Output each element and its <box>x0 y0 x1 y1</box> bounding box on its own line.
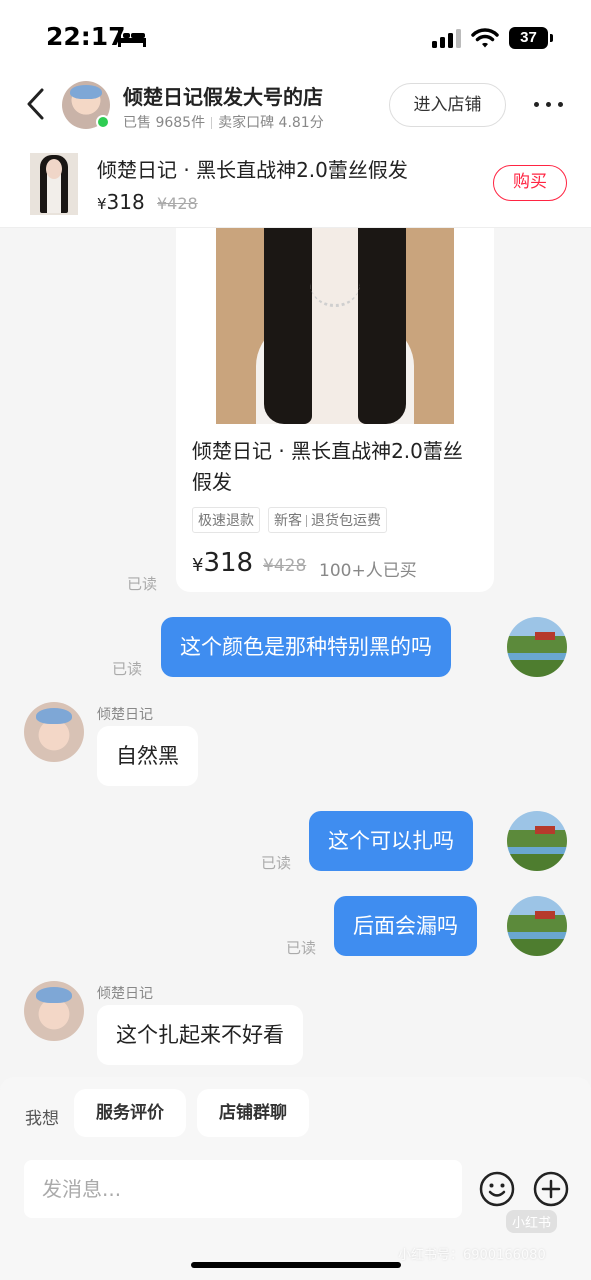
battery-level: 37 <box>509 27 548 49</box>
tag-new-customer: 新客 退货包运费 <box>268 507 387 533</box>
product-old-price: ¥428 <box>157 194 198 213</box>
back-icon[interactable] <box>24 87 48 121</box>
read-receipt: 已读 <box>112 660 143 678</box>
shop-rating: 卖家口碑 4.81分 <box>218 115 324 131</box>
message-bubble-sent[interactable]: 这个可以扎吗 <box>309 811 473 871</box>
watermark-id: 小红书号：6900166080 <box>398 1248 546 1263</box>
status-time: 22:17 <box>46 22 126 51</box>
product-card-old-price: ¥428 <box>263 556 307 576</box>
my-avatar[interactable] <box>507 811 567 871</box>
wifi-icon <box>471 28 499 48</box>
read-receipt: 已读 <box>286 939 317 957</box>
bed-icon <box>118 30 146 47</box>
read-receipt: 已读 <box>261 854 292 872</box>
quick-reply-label: 我想 <box>25 1109 59 1129</box>
my-avatar[interactable] <box>507 617 567 677</box>
watermark-logo: 小红书 <box>506 1210 558 1233</box>
my-avatar[interactable] <box>507 896 567 956</box>
more-icon[interactable] <box>534 102 564 108</box>
enter-shop-button[interactable]: 进入店铺 <box>389 83 506 127</box>
emoji-icon[interactable] <box>479 1171 515 1207</box>
product-card-image[interactable] <box>216 228 454 424</box>
message-bubble-sent[interactable]: 后面会漏吗 <box>334 896 477 956</box>
online-status-dot <box>96 115 110 129</box>
seller-avatar[interactable] <box>24 981 84 1041</box>
battery-icon: 37 <box>509 27 553 49</box>
quick-reply-shop-group-chat[interactable]: 店铺群聊 <box>197 1089 309 1137</box>
message-bubble-received[interactable]: 这个扎起来不好看 <box>97 1005 303 1065</box>
chat-header: 倾楚日记假发大号的店 已售 9685件 卖家口碑 4.81分 进入店铺 <box>0 75 591 140</box>
tag-fast-refund: 极速退款 <box>192 507 260 533</box>
home-indicator[interactable] <box>191 1262 401 1268</box>
buy-button[interactable]: 购买 <box>493 165 567 201</box>
product-card-message[interactable]: 倾楚日记 · 黑长直战神2.0蕾丝假发 极速退款 新客 退货包运费 ¥318 ¥42… <box>176 228 494 592</box>
product-card-sold-count: 100+人已买 <box>319 561 417 581</box>
product-card-tags: 极速退款 新客 退货包运费 <box>192 507 395 533</box>
shop-sold-count: 已售 9685件 <box>123 115 206 131</box>
plus-icon[interactable] <box>533 1171 569 1207</box>
product-thumbnail[interactable] <box>30 153 78 215</box>
product-title: 倾楚日记 · 黑长直战神2.0蕾丝假发 <box>97 158 408 182</box>
status-bar: 22:17 37 <box>0 0 591 75</box>
message-input[interactable] <box>24 1160 462 1218</box>
shop-name[interactable]: 倾楚日记假发大号的店 <box>123 81 323 110</box>
signal-icon <box>432 29 461 48</box>
quick-reply-service-review[interactable]: 服务评价 <box>74 1089 186 1137</box>
product-card-title: 倾楚日记 · 黑长直战神2.0蕾丝假发 <box>192 439 463 494</box>
sender-name: 倾楚日记 <box>97 707 153 723</box>
product-bar[interactable]: 倾楚日记 · 黑长直战神2.0蕾丝假发 ¥318 ¥428 购买 <box>0 140 591 228</box>
seller-avatar[interactable] <box>24 702 84 762</box>
read-receipt: 已读 <box>127 575 158 593</box>
sender-name: 倾楚日记 <box>97 986 153 1002</box>
product-price: ¥318 <box>97 190 145 214</box>
message-bubble-received[interactable]: 自然黑 <box>97 726 198 786</box>
product-card-price: ¥318 <box>192 548 254 578</box>
shop-meta: 已售 9685件 卖家口碑 4.81分 <box>123 112 324 132</box>
message-bubble-sent[interactable]: 这个颜色是那种特别黑的吗 <box>161 617 451 677</box>
